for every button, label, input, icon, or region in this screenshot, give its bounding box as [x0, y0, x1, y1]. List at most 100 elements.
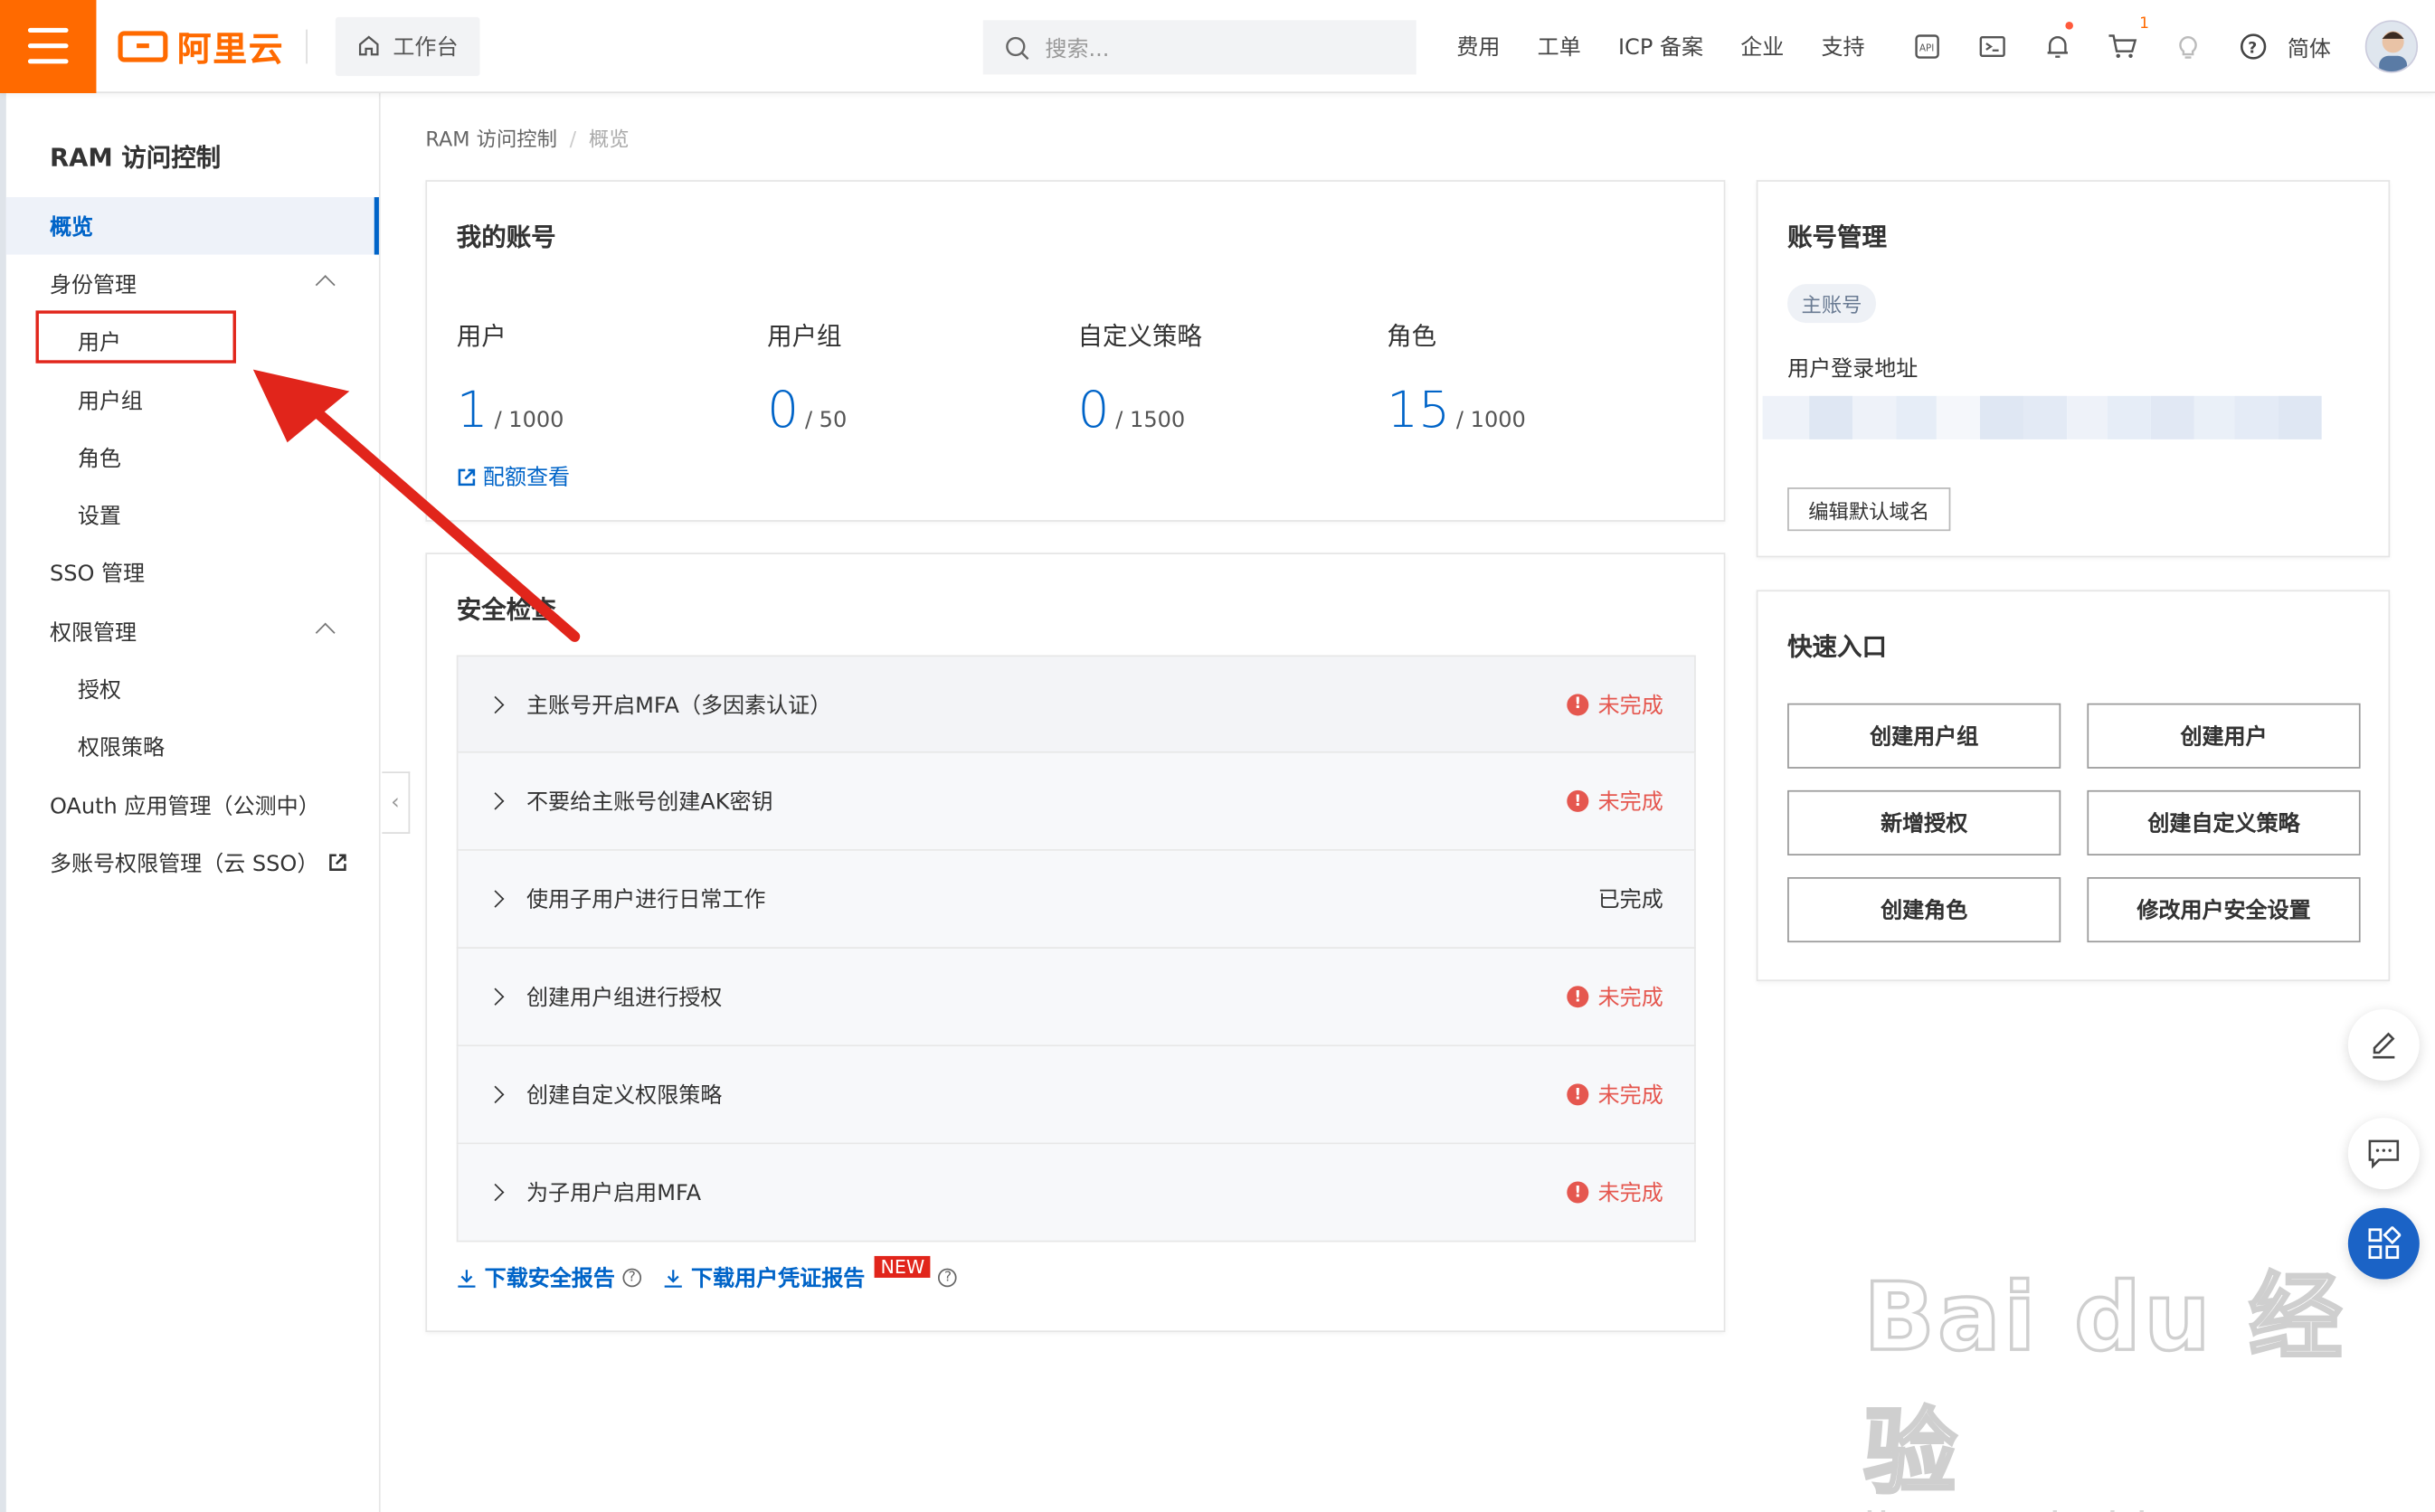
sidebar-item-label: 身份管理 [49, 272, 137, 298]
security-check-card: 安全检查 主账号开启MFA（多因素认证）! 未完成 不要给主账号创建AK密钥! 未完… [425, 553, 1726, 1333]
breadcrumb-separator: / [569, 128, 577, 153]
feedback-float-button[interactable] [2347, 1118, 2420, 1190]
language-switch[interactable]: 简体 [2288, 33, 2331, 63]
svg-text:?: ? [2248, 39, 2257, 57]
top-bar: 阿里云 工作台 搜索... 费用 工单 ICP 备案 企业 支持 API 1 ?… [0, 0, 2435, 94]
create-user-button[interactable]: 创建用户 [2087, 703, 2361, 769]
sidebar-item-sso[interactable]: SSO 管理 [6, 543, 379, 601]
status-text: 已完成 [1597, 888, 1663, 913]
sidebar-item-settings[interactable]: 设置 [6, 486, 379, 543]
sidebar-item-grants[interactable]: 授权 [6, 660, 379, 718]
help-icon[interactable]: ? [938, 1268, 958, 1288]
status-text: 未完成 [1597, 986, 1663, 1011]
stat-total: / 1000 [494, 408, 564, 433]
stat-value[interactable]: 1 [457, 381, 488, 439]
check-row-mfa[interactable]: 主账号开启MFA（多因素认证） ! 未完成 [456, 655, 1696, 753]
check-row-sub-mfa[interactable]: 为子用户启用MFA! 未完成 [456, 1144, 1696, 1243]
stat-value[interactable]: 0 [767, 381, 799, 439]
search-input[interactable]: 搜索... [982, 20, 1416, 75]
terminal-icon[interactable] [1960, 0, 2025, 93]
chat-icon [2368, 1139, 2400, 1169]
check-label: 主账号开启MFA（多因素认证） [526, 693, 832, 719]
status-text: 未完成 [1597, 1181, 1663, 1206]
create-custom-policy-button[interactable]: 创建自定义策略 [2087, 789, 2361, 855]
nav-enterprise[interactable]: 企业 [1740, 31, 1784, 61]
nav-icp[interactable]: ICP 备案 [1618, 31, 1703, 61]
watermark-url: jingyan.baidu.com [1863, 1503, 2435, 1512]
status-badge: ! 未完成 [1567, 1079, 1663, 1110]
create-user-group-button[interactable]: 创建用户组 [1787, 703, 2061, 769]
bell-icon[interactable] [2025, 0, 2090, 93]
search-icon [1006, 36, 1029, 60]
help-icon[interactable]: ? [2221, 0, 2286, 93]
stat-roles: 角色 15/ 1000 [1387, 316, 1526, 439]
add-grant-button[interactable]: 新增授权 [1787, 789, 2061, 855]
workbench-button[interactable]: 工作台 [335, 16, 480, 76]
account-management-card: 账号管理 主账号 用户登录地址 编辑默认域名 [1756, 180, 2391, 558]
chevron-right-icon [486, 1183, 505, 1202]
hamburger-menu-button[interactable] [0, 0, 97, 93]
download-security-report-link[interactable]: 下载安全报告 [485, 1262, 615, 1293]
stat-total: / 50 [804, 408, 848, 433]
stat-value[interactable]: 0 [1077, 381, 1109, 439]
check-row-sub-user[interactable]: 使用子用户进行日常工作 已完成 [456, 850, 1696, 949]
lightbulb-icon[interactable] [2155, 0, 2221, 93]
sidebar-item-roles[interactable]: 角色 [6, 429, 379, 487]
sidebar-collapse-button[interactable]: ‹ [382, 771, 411, 834]
left-edge-strip [0, 93, 6, 1512]
sidebar-item-policies[interactable]: 权限策略 [6, 717, 379, 775]
quota-link[interactable]: 配额查看 [457, 461, 570, 492]
security-check-list: 主账号开启MFA（多因素认证）! 未完成 不要给主账号创建AK密钥! 未完成 使用子… [456, 655, 1696, 1243]
sidebar-group-identity[interactable]: 身份管理 [6, 255, 379, 313]
status-badge: ! 未完成 [1567, 688, 1663, 719]
main-account-tag: 主账号 [1787, 284, 1876, 324]
breadcrumb-root[interactable]: RAM 访问控制 [425, 128, 557, 152]
api-icon[interactable]: API [1895, 0, 1960, 93]
create-role-button[interactable]: 创建角色 [1787, 877, 2061, 943]
aliyun-logo[interactable]: 阿里云 [118, 21, 284, 71]
sidebar-item-label: 权限策略 [77, 734, 165, 761]
modify-user-security-button[interactable]: 修改用户安全设置 [2087, 877, 2361, 943]
nav-support[interactable]: 支持 [1822, 31, 1865, 61]
nav-fees[interactable]: 费用 [1456, 31, 1500, 61]
sidebar-item-label: 多账号权限管理（云 SSO） [49, 851, 319, 877]
baidu-watermark: Bai du 经验 jingyan.baidu.com [1862, 1242, 2435, 1512]
check-label: 创建自定义权限策略 [526, 1083, 723, 1109]
sidebar-item-cloud-sso[interactable]: 多账号权限管理（云 SSO） [6, 834, 379, 892]
card-title: 我的账号 [456, 222, 556, 252]
quick-entry-card: 快速入口 创建用户组 创建用户 新增授权 创建自定义策略 创建角色 修改用户安全… [1756, 590, 2391, 982]
sidebar-item-label: 授权 [77, 677, 121, 703]
download-icon [458, 1269, 476, 1287]
stat-label: 自定义策略 [1077, 321, 1202, 352]
sidebar-item-user-groups[interactable]: 用户组 [6, 371, 379, 429]
chevron-right-icon [486, 695, 505, 713]
warning-icon: ! [1567, 693, 1589, 715]
warning-icon: ! [1567, 986, 1589, 1008]
chevron-right-icon [486, 988, 505, 1006]
sidebar-item-overview[interactable]: 概览 [5, 197, 379, 255]
new-badge: NEW [874, 1255, 932, 1278]
pencil-icon [2373, 1032, 2395, 1059]
nav-tickets[interactable]: 工单 [1538, 31, 1581, 61]
edit-default-domain-button[interactable]: 编辑默认域名 [1787, 487, 1951, 532]
search-placeholder: 搜索... [1045, 36, 1110, 61]
cart-icon[interactable]: 1 [2090, 0, 2155, 93]
svg-text:API: API [1919, 43, 1934, 54]
download-credential-report-link[interactable]: 下载用户凭证报告 [691, 1262, 865, 1293]
sidebar-item-oauth[interactable]: OAuth 应用管理（公测中） [6, 776, 379, 834]
stat-users: 用户 1/ 1000 [457, 316, 564, 439]
sidebar-item-label: 角色 [77, 446, 121, 472]
stat-value[interactable]: 15 [1387, 381, 1450, 439]
help-icon[interactable]: ? [622, 1268, 642, 1288]
check-label: 不要给主账号创建AK密钥 [526, 789, 773, 816]
sidebar-group-permissions[interactable]: 权限管理 [6, 602, 379, 660]
user-avatar[interactable] [2364, 20, 2419, 73]
top-nav: 费用 工单 ICP 备案 企业 支持 [1456, 0, 1901, 93]
status-badge: 已完成 [1598, 884, 1663, 914]
check-row-no-ak[interactable]: 不要给主账号创建AK密钥! 未完成 [456, 752, 1696, 851]
edit-float-button[interactable] [2347, 1008, 2420, 1081]
sidebar-title: RAM 访问控制 [49, 142, 222, 173]
check-row-custom-policy[interactable]: 创建自定义权限策略 ! 未完成 [456, 1046, 1696, 1145]
login-url-label: 用户登录地址 [1787, 356, 1919, 383]
check-row-user-group[interactable]: 创建用户组进行授权! 未完成 [456, 948, 1696, 1047]
